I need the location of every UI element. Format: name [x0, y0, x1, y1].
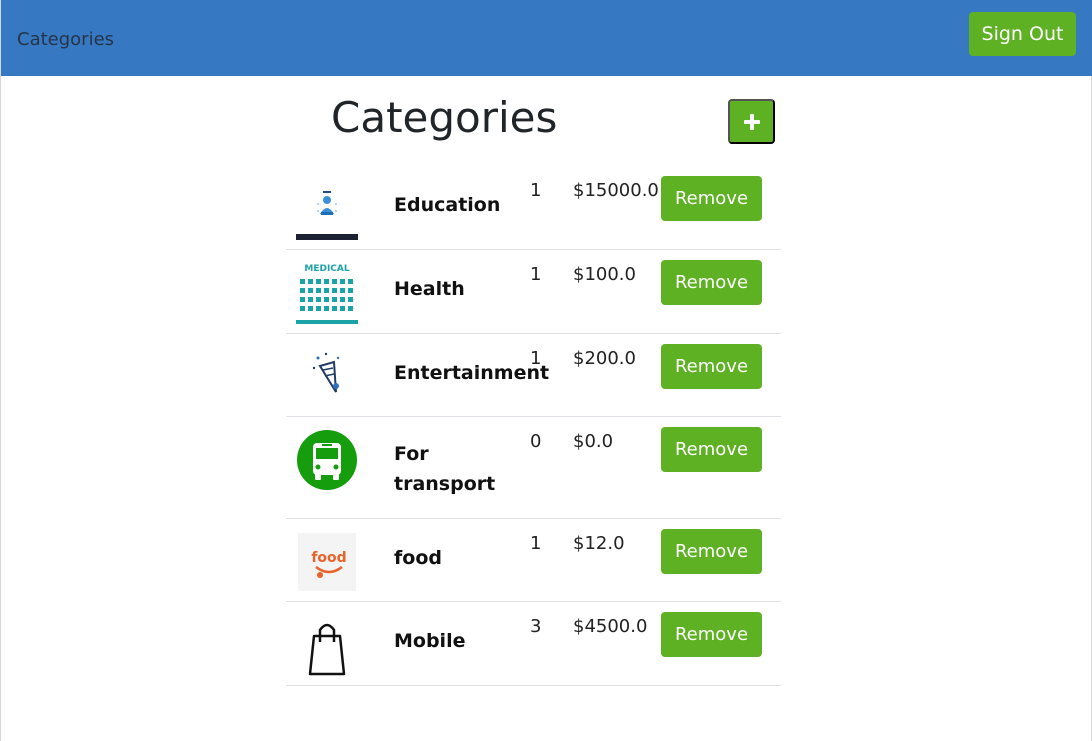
table-row: For transport 0 $0.0 Remove [286, 417, 781, 519]
table-row: Education 1 $15000.0 Remove [286, 166, 781, 250]
page-title: Categories [331, 93, 558, 142]
bus-icon [296, 429, 358, 491]
table-row: Mobile 3 $4500.0 Remove [286, 602, 781, 686]
remove-button[interactable]: Remove [661, 176, 762, 221]
category-count: 1 [530, 533, 542, 554]
category-count: 3 [530, 616, 542, 637]
sign-out-button[interactable]: Sign Out [969, 12, 1076, 56]
remove-button[interactable]: Remove [661, 612, 762, 657]
category-count: 1 [530, 180, 542, 201]
remove-button[interactable]: Remove [661, 529, 762, 574]
remove-button[interactable]: Remove [661, 427, 762, 472]
categories-table: Education 1 $15000.0 Remove MEDICAL Heal… [286, 166, 781, 686]
education-icon [296, 178, 358, 240]
navbar: Categories Sign Out [1, 0, 1092, 76]
category-amount: $12.0 [573, 533, 625, 554]
table-row: MEDICAL Health 1 $100.0 Remove [286, 250, 781, 334]
category-amount: $100.0 [573, 264, 636, 285]
category-amount: $0.0 [573, 431, 614, 452]
medical-logo-text: MEDICAL [304, 264, 349, 274]
category-count: 1 [530, 348, 542, 369]
shopping-bag-icon [296, 614, 358, 676]
category-name: Entertainment [394, 362, 550, 384]
app-frame: Categories Sign Out Categories Education… [0, 0, 1092, 741]
category-name: Mobile [394, 630, 466, 652]
table-row: food food 1 $12.0 Remove [286, 519, 781, 602]
category-name: Education [394, 194, 501, 216]
food-logo-icon: food [296, 531, 358, 593]
party-popper-icon [296, 346, 358, 408]
remove-button[interactable]: Remove [661, 344, 762, 389]
category-amount: $4500.0 [573, 616, 648, 637]
category-name: food [394, 547, 442, 569]
category-name: Health [394, 278, 465, 300]
medical-icon: MEDICAL [296, 262, 358, 324]
category-count: 1 [530, 264, 542, 285]
category-name: For transport [394, 443, 496, 495]
remove-button[interactable]: Remove [661, 260, 762, 305]
category-count: 0 [530, 431, 542, 452]
table-row: Entertainment 1 $200.0 Remove [286, 334, 781, 417]
food-logo-text: food [311, 550, 346, 566]
plus-icon [743, 113, 760, 130]
category-amount: $200.0 [573, 348, 636, 369]
category-amount: $15000.0 [573, 180, 659, 201]
navbar-brand[interactable]: Categories [17, 29, 114, 50]
add-category-button[interactable] [728, 99, 775, 144]
